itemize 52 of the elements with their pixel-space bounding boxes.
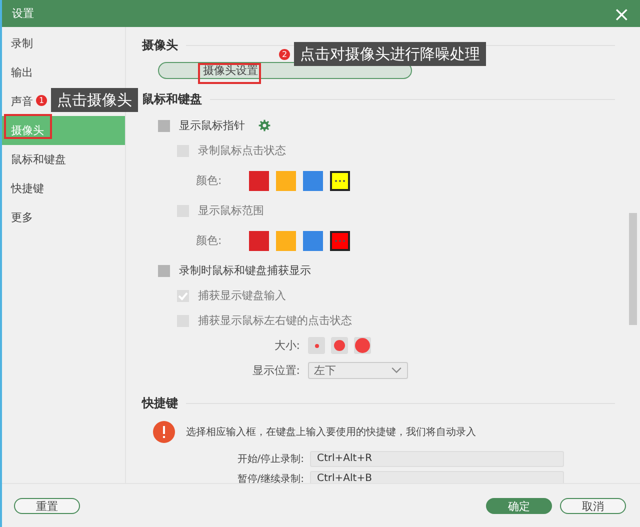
color-swatch[interactable] xyxy=(276,230,296,250)
caret-icon xyxy=(391,367,402,374)
sidebar-item[interactable]: 鼠标和键盘 xyxy=(2,145,125,174)
sidebar-item[interactable]: 快捷键 xyxy=(2,174,125,203)
color-swatch[interactable] xyxy=(249,170,269,190)
color-label: 颜色: xyxy=(196,233,223,248)
info-text: 选择相应输入框，在键盘上输入要使用的快捷键，我们将自动录入 xyxy=(186,426,476,439)
color-swatch[interactable] xyxy=(276,170,296,190)
section-heading: 快捷键 xyxy=(142,394,178,412)
checkbox-label: 录制鼠标点击状态 xyxy=(198,143,286,158)
cancel-button[interactable]: 取消 xyxy=(560,498,626,514)
window-title: 设置 xyxy=(12,6,34,21)
color-swatch[interactable] xyxy=(303,230,323,250)
callout-tooltip: 点击对摄像头进行降噪处理 xyxy=(294,42,486,66)
shortcut-label: 开始/停止录制: xyxy=(236,452,304,466)
sidebar-item[interactable]: 录制 xyxy=(2,29,125,58)
color-swatch[interactable] xyxy=(249,230,269,250)
dot-size-button[interactable] xyxy=(331,337,348,354)
checkbox-label: 捕获显示鼠标左右键的点击状态 xyxy=(198,313,352,328)
checkbox-label: 显示鼠标范围 xyxy=(198,203,264,218)
close-button[interactable]: × xyxy=(613,4,630,24)
sidebar-item[interactable]: 输出 xyxy=(2,58,125,87)
settings-icon[interactable] xyxy=(258,119,271,132)
checkbox[interactable] xyxy=(158,120,170,132)
position-label: 显示位置: xyxy=(252,363,300,378)
color-swatch[interactable] xyxy=(330,170,350,190)
position-dropdown[interactable]: 左下 xyxy=(308,362,408,379)
dot-size-button[interactable] xyxy=(308,337,325,354)
size-label: 大小: xyxy=(273,338,300,353)
ok-button[interactable]: 确定 xyxy=(486,498,552,514)
checkbox-label: 显示鼠标指针 xyxy=(179,118,245,133)
checkbox-label: 录制时鼠标和键盘捕获显示 xyxy=(179,263,311,278)
dot-size-button[interactable] xyxy=(354,337,371,354)
color-label: 颜色: xyxy=(196,173,223,188)
color-swatch[interactable] xyxy=(303,170,323,190)
section-heading: 鼠标和键盘 xyxy=(142,90,202,108)
highlight-frame xyxy=(198,63,261,84)
reset-button[interactable]: 重置 xyxy=(14,498,80,514)
color-swatch[interactable] xyxy=(330,230,350,250)
shortcut-field[interactable]: Ctrl+Alt+R xyxy=(310,451,564,467)
section-heading: 摄像头 xyxy=(142,36,178,54)
highlight-frame xyxy=(4,114,52,139)
shortcut-field[interactable]: Ctrl+Alt+B xyxy=(310,471,564,483)
step-badge: 2 xyxy=(279,48,290,60)
checkbox-label: 捕获显示键盘输入 xyxy=(198,288,286,303)
checkbox[interactable] xyxy=(177,290,189,302)
warning-icon xyxy=(153,421,175,443)
scrollbar-thumb[interactable] xyxy=(629,213,637,325)
checkbox[interactable] xyxy=(158,264,170,276)
sidebar-item[interactable]: 更多 xyxy=(2,203,125,232)
step-badge: 1 xyxy=(36,94,47,106)
callout-tooltip: 点击摄像头 xyxy=(51,88,138,112)
